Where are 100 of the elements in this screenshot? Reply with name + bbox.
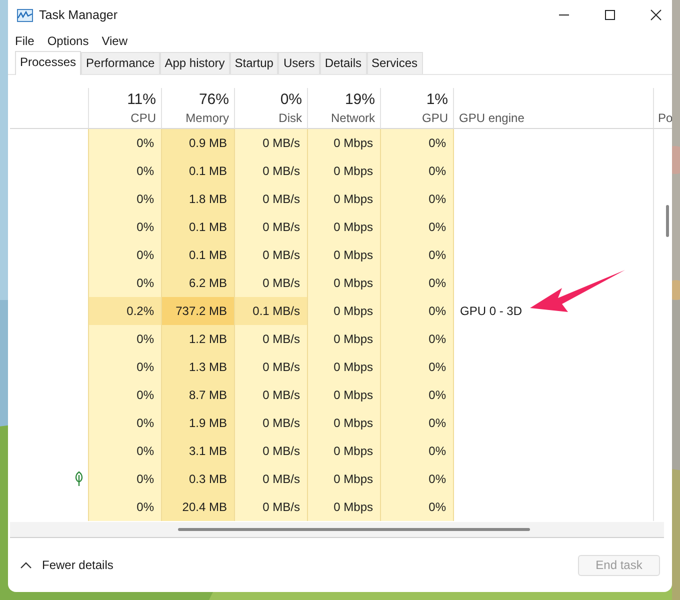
- table-cell: 0 Mbps: [307, 129, 380, 157]
- table-cell: 0%: [88, 185, 161, 213]
- table-cell: 0%: [380, 353, 453, 381]
- tab[interactable]: Services: [366, 52, 423, 74]
- table-cell: 0 MB/s: [234, 381, 307, 409]
- table-cell: 0 MB/s: [234, 325, 307, 353]
- table-cell: 0 Mbps: [307, 185, 380, 213]
- column-percent: 0%: [280, 91, 302, 108]
- column-header[interactable]: Memory: [186, 111, 229, 125]
- table-cell: 0 MB/s: [234, 353, 307, 381]
- column-header[interactable]: GPU engine: [459, 111, 648, 125]
- table-cell: 0 Mbps: [307, 213, 380, 241]
- tab[interactable]: Startup: [230, 52, 278, 74]
- table-cell: 0 Mbps: [307, 381, 380, 409]
- table-cell: 20.4 MB: [161, 493, 234, 521]
- scrollbar-thumb[interactable]: [666, 205, 669, 237]
- table-cell: 0.2%: [88, 297, 161, 325]
- table-cell: 1.2 MB: [161, 325, 234, 353]
- table-cell: 0%: [380, 269, 453, 297]
- column-header[interactable]: CPU: [130, 111, 156, 125]
- table-cell: 0%: [88, 129, 161, 157]
- tab[interactable]: Details: [320, 52, 366, 74]
- table-cell: 0 Mbps: [307, 325, 380, 353]
- table-cell: 0%: [380, 185, 453, 213]
- table-cell: 0 MB/s: [234, 437, 307, 465]
- column-header[interactable]: Network: [330, 111, 375, 125]
- table-cell: 0.1 MB: [161, 213, 234, 241]
- table-cell: 0 MB/s: [234, 185, 307, 213]
- table-cell: 0%: [380, 157, 453, 185]
- tab[interactable]: Performance: [81, 52, 160, 74]
- table-cell: 0 MB/s: [234, 157, 307, 185]
- table-cell: 0 Mbps: [307, 353, 380, 381]
- table-cell: 0%: [88, 409, 161, 437]
- table-cell: 0%: [380, 241, 453, 269]
- table-cell: 0%: [380, 409, 453, 437]
- table-cell: 0 Mbps: [307, 437, 380, 465]
- table-cell: 0 Mbps: [307, 297, 380, 325]
- table-cell: 0%: [88, 325, 161, 353]
- table-cell: 0 MB/s: [234, 409, 307, 437]
- close-icon[interactable]: [650, 9, 662, 21]
- table-cell: 0 MB/s: [234, 269, 307, 297]
- table-cell: 1.8 MB: [161, 185, 234, 213]
- table-cell: 0%: [88, 465, 161, 493]
- column-header[interactable]: Po: [658, 111, 672, 125]
- menu-item[interactable]: View: [102, 34, 128, 48]
- table-cell: 0 Mbps: [307, 241, 380, 269]
- column-header[interactable]: Disk: [278, 111, 302, 125]
- table-cell: 0 Mbps: [307, 493, 380, 521]
- column-percent: 11%: [127, 91, 156, 108]
- tab[interactable]: Users: [278, 52, 320, 74]
- column-header[interactable]: GPU: [422, 111, 448, 125]
- table-cell: 0%: [88, 493, 161, 521]
- table-cell: 0%: [380, 129, 453, 157]
- menu-item[interactable]: Options: [47, 34, 89, 48]
- table-cell: 0%: [88, 241, 161, 269]
- table-cell: 0%: [380, 213, 453, 241]
- table-cell: 0%: [88, 381, 161, 409]
- table-cell: 0%: [380, 465, 453, 493]
- table-cell: 0.3 MB: [161, 465, 234, 493]
- column-percent: 76%: [198, 91, 229, 108]
- table-cell: GPU 0 - 3D: [460, 304, 522, 318]
- table-cell: 0%: [380, 381, 453, 409]
- table-cell: 3.1 MB: [161, 437, 234, 465]
- table-cell: 0.9 MB: [161, 129, 234, 157]
- tab[interactable]: App history: [160, 52, 230, 74]
- menu-item[interactable]: File: [15, 34, 34, 48]
- table-cell: 0 MB/s: [234, 129, 307, 157]
- table-cell: 737.2 MB: [161, 297, 234, 325]
- maximize-icon[interactable]: [604, 9, 616, 21]
- table-cell: 0%: [380, 325, 453, 353]
- table-cell: 0%: [380, 493, 453, 521]
- table-cell: 8.7 MB: [161, 381, 234, 409]
- column-percent: 19%: [344, 91, 375, 108]
- table-cell: 1.9 MB: [161, 409, 234, 437]
- table-cell: 0%: [88, 437, 161, 465]
- chevron-icon: [20, 562, 32, 568]
- table-cell: 0.1 MB: [161, 157, 234, 185]
- table-cell: 0%: [88, 157, 161, 185]
- table-cell: 6.2 MB: [161, 269, 234, 297]
- table-cell: 0 Mbps: [307, 409, 380, 437]
- window-title: Task Manager: [39, 8, 118, 22]
- table-cell: 1.3 MB: [161, 353, 234, 381]
- table-cell: 0%: [88, 269, 161, 297]
- table-cell: 0%: [380, 437, 453, 465]
- tab[interactable]: Processes: [15, 51, 82, 75]
- table-cell: 0 MB/s: [234, 465, 307, 493]
- table-cell: 0 MB/s: [234, 241, 307, 269]
- table-cell: 0.1 MB/s: [234, 297, 307, 325]
- table-cell: 0 Mbps: [307, 157, 380, 185]
- table-cell: 0%: [88, 353, 161, 381]
- fewer-details-button[interactable]: Fewer details: [20, 558, 114, 572]
- column-percent: 1%: [426, 91, 448, 108]
- table-cell: 0 MB/s: [234, 213, 307, 241]
- table-cell: 0 MB/s: [234, 493, 307, 521]
- table-cell: 0.1 MB: [161, 241, 234, 269]
- chart-icon: [17, 8, 33, 22]
- scrollbar-thumb[interactable]: [178, 528, 530, 531]
- table-cell: 0 Mbps: [307, 465, 380, 493]
- table-cell: 0 Mbps: [307, 269, 380, 297]
- table-cell: 0%: [380, 297, 453, 325]
